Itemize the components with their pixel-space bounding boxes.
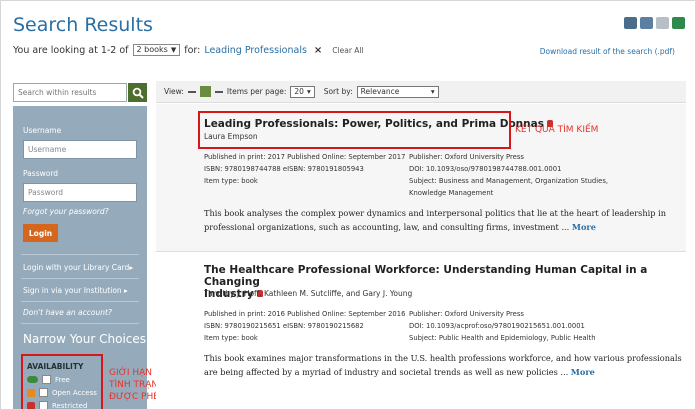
chevron-down-icon: ▼ bbox=[170, 46, 177, 54]
download-pdf-link[interactable]: Download result of the search (.pdf) bbox=[540, 47, 675, 56]
search-term: Leading Professionals bbox=[204, 44, 307, 56]
search-within-input[interactable]: Search within results bbox=[13, 83, 127, 102]
restricted-label: Restricted bbox=[52, 401, 88, 410]
remove-term-icon[interactable]: × bbox=[314, 45, 322, 56]
availability-option-restricted[interactable]: Restricted bbox=[27, 401, 88, 410]
divider bbox=[21, 301, 139, 302]
description-text: professional organizations, such as acco… bbox=[204, 222, 570, 232]
availability-title: AVAILABILITY bbox=[27, 362, 84, 371]
search-button[interactable] bbox=[128, 83, 147, 102]
result-subject: Subject: Public Health and Epidemiology,… bbox=[409, 334, 596, 342]
result-isbn: ISBN: 9780198744788 eISBN: 9780191805943 bbox=[204, 165, 364, 173]
availability-option-free[interactable]: Free bbox=[27, 375, 70, 384]
restricted-checkbox[interactable] bbox=[39, 401, 48, 409]
toolbar bbox=[624, 17, 685, 29]
items-per-page-value: 20 bbox=[294, 87, 304, 96]
sort-label: Sort by: bbox=[323, 87, 353, 96]
result-publisher: Publisher: Oxford University Press bbox=[409, 310, 524, 318]
result-published: Published in print: 2017 Published Onlin… bbox=[204, 153, 406, 161]
view-label: View: bbox=[164, 87, 184, 96]
result-published: Published in print: 2016 Published Onlin… bbox=[204, 310, 406, 318]
save-icon[interactable] bbox=[640, 17, 653, 29]
divider bbox=[21, 323, 139, 324]
sidebar: Username Username Password Password Forg… bbox=[13, 106, 147, 410]
description-line: This book examines major transformations… bbox=[204, 353, 682, 363]
result-doi[interactable]: DOI: 10.1093/acprof:oso/9780190215651.00… bbox=[409, 320, 585, 332]
count-select-value: 2 books bbox=[136, 45, 168, 54]
divider bbox=[21, 278, 139, 279]
page-title: Search Results bbox=[13, 14, 153, 36]
login-button[interactable]: Login bbox=[23, 224, 58, 242]
more-link[interactable]: More bbox=[571, 367, 595, 377]
availability-option-open-access[interactable]: Open Access bbox=[27, 388, 97, 397]
view-bar: View: Items per page: 20 ▾ Sort by: Relev… bbox=[156, 81, 686, 103]
email-icon[interactable] bbox=[656, 17, 669, 29]
username-label: Username bbox=[23, 126, 62, 135]
divider bbox=[21, 254, 139, 255]
result-title-line[interactable]: The Healthcare Professional Workforce: U… bbox=[204, 264, 695, 288]
more-link[interactable]: More bbox=[572, 222, 596, 232]
result-subject-cont: Knowledge Management bbox=[409, 189, 494, 197]
result-subject: Subject: Business and Management, Organi… bbox=[409, 177, 609, 185]
result-isbn: ISBN: 9780190215651 eISBN: 9780190215682 bbox=[204, 322, 364, 330]
lock-icon bbox=[27, 401, 35, 409]
results-summary: You are looking at 1-2 of 2 books ▼ for: … bbox=[13, 44, 364, 56]
free-checkbox[interactable] bbox=[42, 375, 51, 384]
description-line: professional organizations, such as acco… bbox=[204, 220, 666, 234]
free-label: Free bbox=[55, 375, 70, 384]
print-icon[interactable] bbox=[624, 17, 637, 29]
result-description: This book examines major transformations… bbox=[204, 351, 682, 379]
description-line: This book analyses the complex power dyn… bbox=[204, 208, 667, 218]
detail-view-icon[interactable] bbox=[199, 86, 211, 97]
availability-filter: AVAILABILITY Free Open Access Restricted bbox=[21, 354, 103, 410]
count-select[interactable]: 2 books ▼ bbox=[132, 44, 181, 56]
forgot-password-link[interactable]: Forgot your password? bbox=[23, 207, 109, 216]
result-item-type: Item type: book bbox=[204, 334, 258, 342]
highlight-box bbox=[198, 111, 511, 149]
items-per-page-label: Items per page: bbox=[226, 87, 287, 96]
search-results-page: Search Results You are looking at 1-2 of… bbox=[0, 0, 696, 410]
free-badge bbox=[27, 376, 38, 383]
chevron-down-icon: ▾ bbox=[306, 87, 311, 96]
search-icon bbox=[132, 87, 144, 99]
description-line: are being affected by a myriad of indust… bbox=[204, 365, 682, 379]
sort-value: Relevance bbox=[360, 87, 400, 96]
library-card-link[interactable]: Login with your Library Card▸ bbox=[23, 263, 133, 272]
open-access-label: Open Access bbox=[52, 388, 97, 397]
list-view-icon[interactable] bbox=[187, 90, 196, 93]
result-description: This book analyses the complex power dyn… bbox=[204, 206, 666, 234]
no-account-link[interactable]: Don't have an account? bbox=[23, 308, 112, 317]
open-access-icon bbox=[27, 388, 35, 397]
result-doi[interactable]: DOI: 10.1093/oso/9780198744788.001.0001 bbox=[409, 163, 561, 175]
narrow-choices-heading: Narrow Your Choices bbox=[23, 332, 147, 346]
for-label: for: bbox=[184, 44, 201, 56]
open-access-checkbox[interactable] bbox=[39, 388, 48, 397]
looking-prefix: You are looking at 1-2 of bbox=[13, 44, 129, 56]
clear-all-link[interactable]: Clear All bbox=[332, 46, 363, 55]
sort-select[interactable]: Relevance ▾ bbox=[356, 85, 439, 98]
result-item-type: Item type: book bbox=[204, 177, 258, 185]
result-divider bbox=[156, 251, 686, 252]
password-label: Password bbox=[23, 169, 59, 178]
compact-view-icon[interactable] bbox=[214, 90, 223, 93]
description-text: are being affected by a myriad of indust… bbox=[204, 367, 569, 377]
result-publisher: Publisher: Oxford University Press bbox=[409, 153, 524, 161]
institution-link[interactable]: Sign in via your Institution ▸ bbox=[23, 286, 128, 295]
items-per-page-select[interactable]: 20 ▾ bbox=[290, 85, 315, 98]
password-field[interactable]: Password bbox=[23, 183, 137, 202]
search-result-annotation: KẾT QUẢ TÌM KIẾM bbox=[515, 125, 599, 135]
add-icon[interactable] bbox=[672, 17, 685, 29]
username-field[interactable]: Username bbox=[23, 140, 137, 159]
chevron-down-icon: ▾ bbox=[430, 87, 435, 96]
result-authors[interactable]: Timothy J. Hoff, Kathleen M. Sutcliffe, … bbox=[204, 289, 412, 298]
